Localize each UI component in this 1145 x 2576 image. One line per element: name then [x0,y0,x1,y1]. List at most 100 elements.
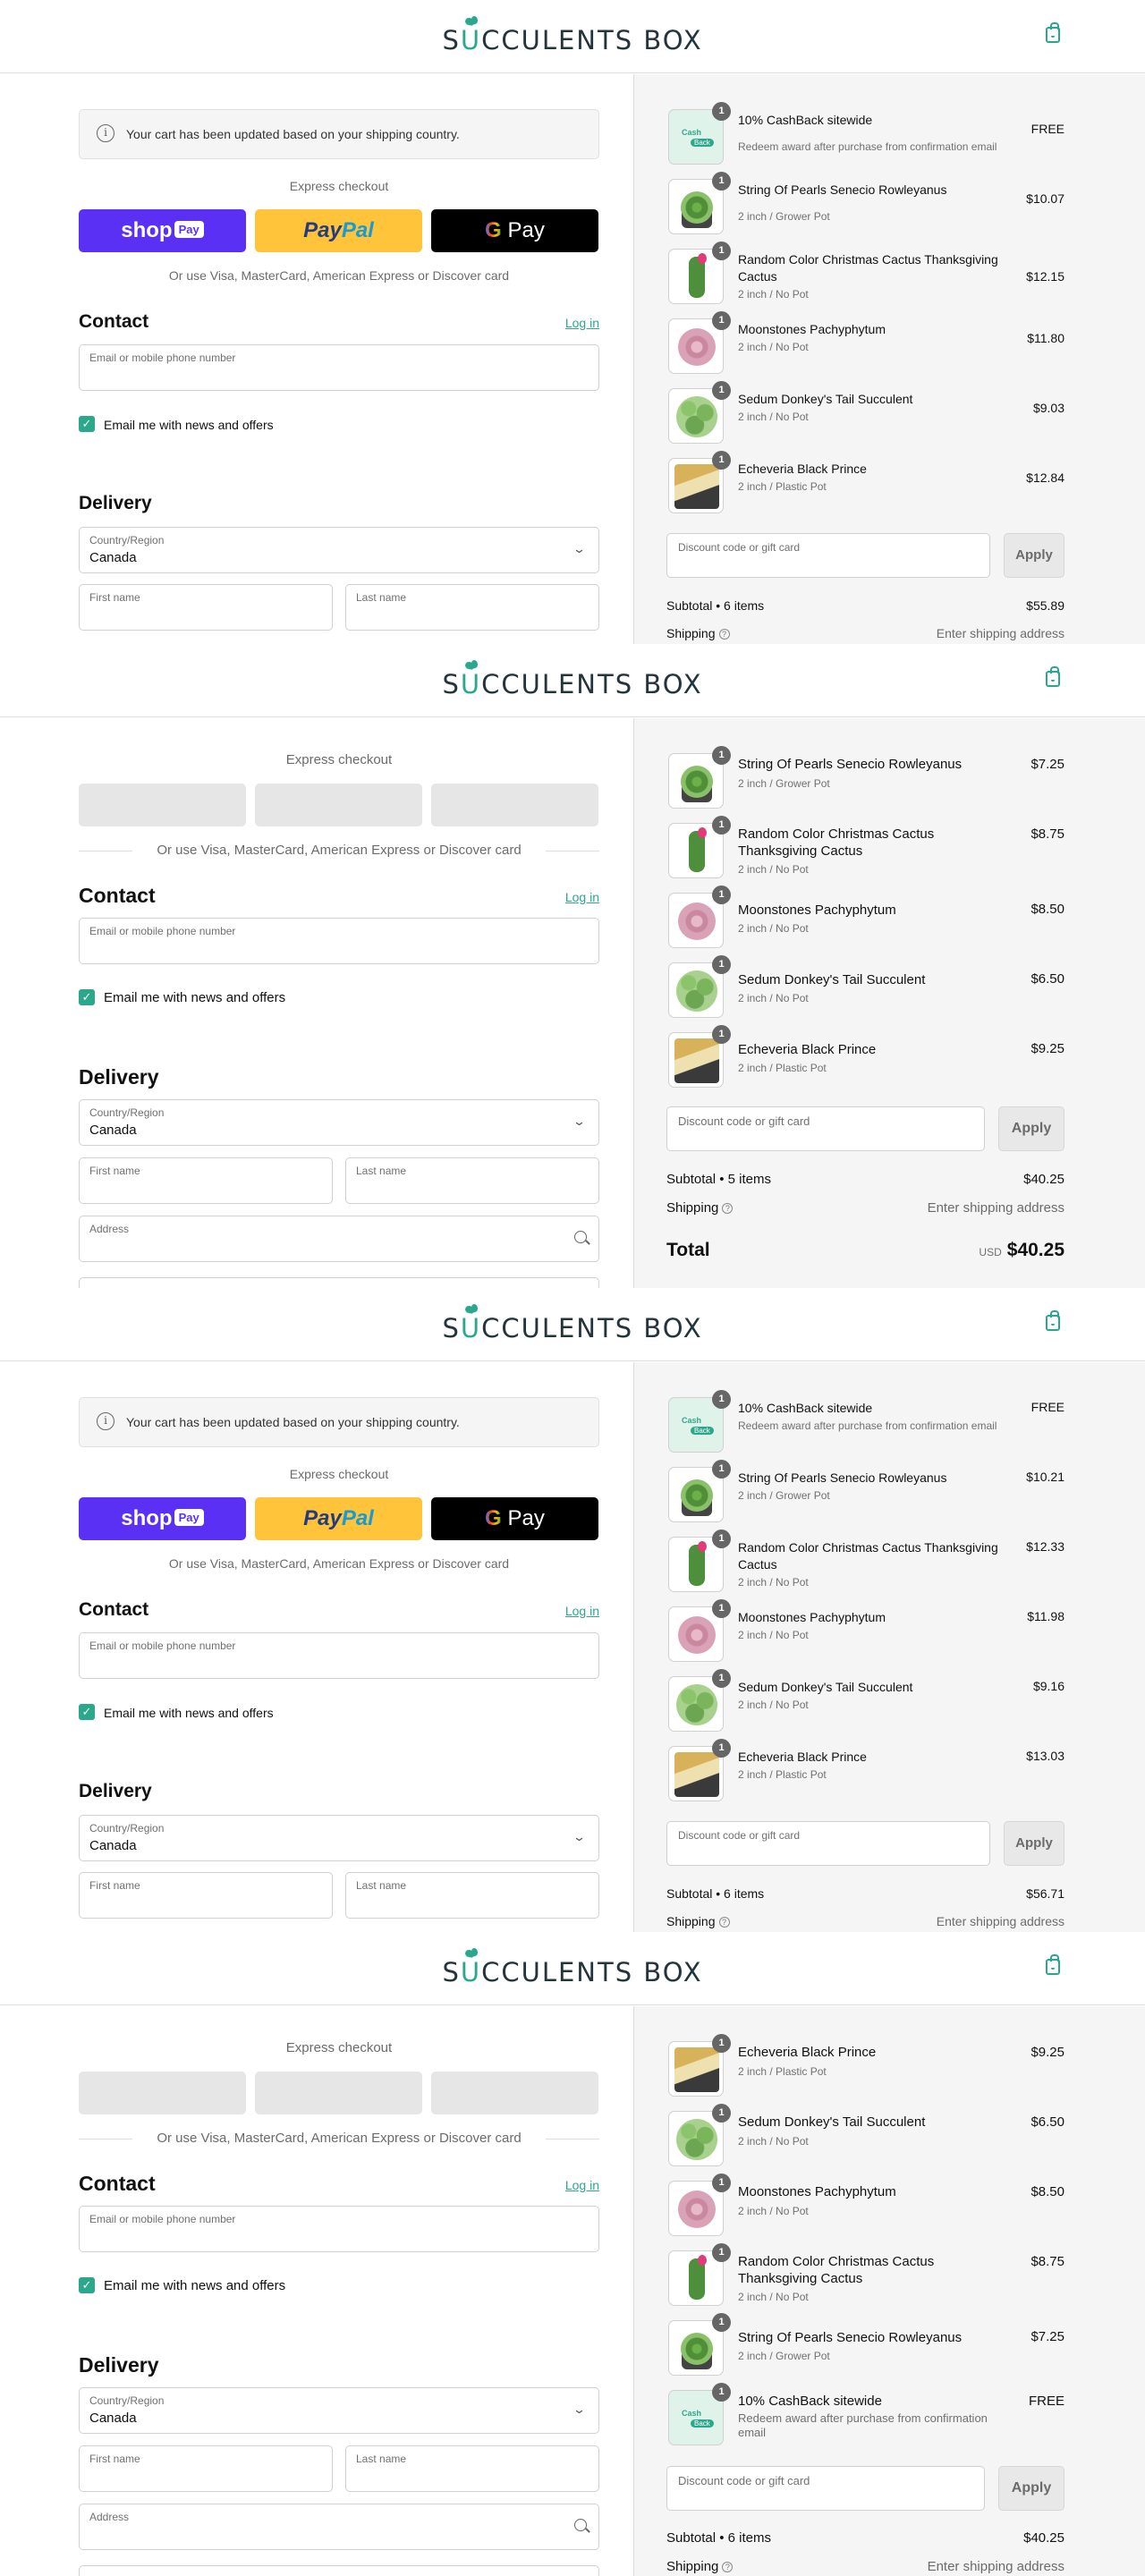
product-image: 1 [668,1669,731,1732]
login-link[interactable]: Log in [565,316,599,330]
subtotal-row: Subtotal • 5 items $40.25 [666,1172,1064,1187]
shopping-bag-icon[interactable] [1046,666,1060,687]
product-image: 1 [668,1530,731,1592]
product-image: 1 [668,955,731,1018]
shop-pay-button[interactable]: shop Pay [79,1497,246,1540]
cashback-image: Cash Back 1 [668,1390,731,1453]
login-link[interactable]: Log in [565,890,599,904]
google-pay-button[interactable]: G Pay [431,209,598,252]
quantity-badge: 1 [712,746,731,765]
first-name-field[interactable]: First name [79,2445,333,2492]
quantity-badge: 1 [712,2313,731,2332]
discount-code-input[interactable]: Discount code or gift card [666,2466,985,2511]
email-field[interactable]: Email or mobile phone number [79,918,599,964]
store-logo[interactable]: SUCCULENTS BOX [0,1957,1145,1987]
google-pay-button[interactable]: G Pay [431,1497,598,1540]
country-select[interactable]: Country/Region Canada ⌄ [79,1099,599,1146]
contact-heading: Contact [79,1599,149,1620]
apartment-field[interactable] [79,1277,599,1288]
email-field[interactable]: Email or mobile phone number [79,1632,599,1679]
store-logo[interactable]: SUCCULENTS BOX [0,25,1145,55]
news-checkbox[interactable]: ✓ [79,1704,95,1720]
first-name-field[interactable]: First name [79,1872,333,1919]
quantity-badge: 1 [712,2174,731,2192]
last-name-field[interactable]: Last name [345,2445,599,2492]
list-item: 1 Echeveria Black Prince 2 inch / Plasti… [666,2034,1064,2098]
contact-heading: Contact [79,311,149,332]
cart-updated-notice: i Your cart has been updated based on yo… [79,1397,599,1447]
list-item: 1 Random Color Christmas Cactus Thanksgi… [666,242,1064,306]
list-item: Cash Back 1 10% CashBack sitewide Redeem a… [666,102,1064,166]
list-item: 1 Moonstones Pachyphytum 2 inch / No Pot… [666,311,1064,376]
question-circle-icon[interactable]: ? [722,2562,734,2573]
login-link[interactable]: Log in [565,1604,599,1618]
discount-code-input[interactable]: Discount code or gift card [666,533,990,578]
product-image: 1 [668,1599,731,1662]
last-name-field[interactable]: Last name [345,584,599,631]
card-options-text: Or use Visa, MasterCard, American Expres… [79,2131,599,2146]
store-logo[interactable]: SUCCULENTS BOX [0,1313,1145,1343]
address-field[interactable]: Address [79,1216,599,1262]
product-image: 1 [668,242,731,304]
news-checkbox[interactable]: ✓ [79,989,95,1005]
paypal-button[interactable]: PayPal [255,209,422,252]
delivery-heading: Delivery [79,2353,159,2377]
last-name-field[interactable]: Last name [345,1157,599,1204]
shopping-bag-icon[interactable] [1046,1954,1060,1975]
product-image: 1 [668,816,731,878]
total-row: Total USD $40.25 [666,1240,1064,1260]
address-field[interactable]: Address [79,2504,599,2550]
info-circle-icon: i [97,124,114,142]
delivery-heading: Delivery [79,1781,152,1801]
shopping-bag-icon[interactable] [1046,1310,1060,1331]
shop-pay-button[interactable]: shop Pay [79,209,246,252]
question-circle-icon[interactable]: ? [718,1917,730,1928]
email-field[interactable]: Email or mobile phone number [79,2206,599,2252]
search-icon[interactable] [574,1231,587,1243]
product-image: 1 [668,451,731,513]
first-name-field[interactable]: First name [79,1157,333,1204]
email-field[interactable]: Email or mobile phone number [79,344,599,391]
express-checkout-label: Express checkout [289,179,389,193]
question-circle-icon[interactable]: ? [722,1203,734,1215]
store-logo[interactable]: SUCCULENTS BOX [0,669,1145,699]
news-checkbox[interactable]: ✓ [79,2277,95,2293]
discount-code-input[interactable]: Discount code or gift card [666,1106,985,1151]
search-icon[interactable] [574,2519,587,2531]
quantity-badge: 1 [712,1460,731,1479]
last-name-field[interactable]: Last name [345,1872,599,1919]
product-image: 1 [668,2104,731,2166]
country-select[interactable]: Country/Region Canada ⌄ [79,527,599,573]
chevron-down-icon: ⌄ [572,2402,587,2416]
express-button-loading [79,2072,246,2114]
country-select[interactable]: Country/Region Canada ⌄ [79,1815,599,1861]
apartment-field[interactable] [79,2565,599,2576]
login-link[interactable]: Log in [565,2178,599,2192]
product-image: 1 [668,746,731,809]
shopping-bag-icon[interactable] [1046,22,1060,43]
apply-discount-button[interactable]: Apply [1004,533,1064,578]
news-checkbox[interactable]: ✓ [79,416,95,432]
checkout-screen-4: SUCCULENTS BOX Express checkout Or use V… [0,1932,1145,2576]
news-checkbox-label: Email me with news and offers [104,1706,274,1720]
shipping-row: Shipping? Enter shipping address [666,626,1064,640]
paypal-button[interactable]: PayPal [255,1497,422,1540]
shipping-row: Shipping? Enter shipping address [666,1914,1064,1928]
country-select[interactable]: Country/Region Canada ⌄ [79,2387,599,2434]
apply-discount-button[interactable]: Apply [1004,1821,1064,1866]
apply-discount-button[interactable]: Apply [998,2466,1064,2511]
express-checkout-label: Express checkout [289,1467,389,1481]
first-name-field[interactable]: First name [79,584,333,631]
checkout-screen-3: SUCCULENTS BOX i Your cart has been upda… [0,1288,1145,1932]
apply-discount-button[interactable]: Apply [998,1106,1064,1151]
express-checkout-label: Express checkout [285,752,393,767]
subtotal-row: Subtotal • 6 items $56.71 [666,1886,1064,1901]
quantity-badge: 1 [712,816,731,835]
quantity-badge: 1 [712,1390,731,1409]
news-checkbox-label: Email me with news and offers [104,2278,286,2293]
discount-code-input[interactable]: Discount code or gift card [666,1821,990,1866]
quantity-badge: 1 [712,102,731,121]
question-circle-icon[interactable]: ? [718,629,730,640]
subtotal-row: Subtotal • 6 items $55.89 [666,598,1064,613]
quantity-badge: 1 [712,2034,731,2053]
